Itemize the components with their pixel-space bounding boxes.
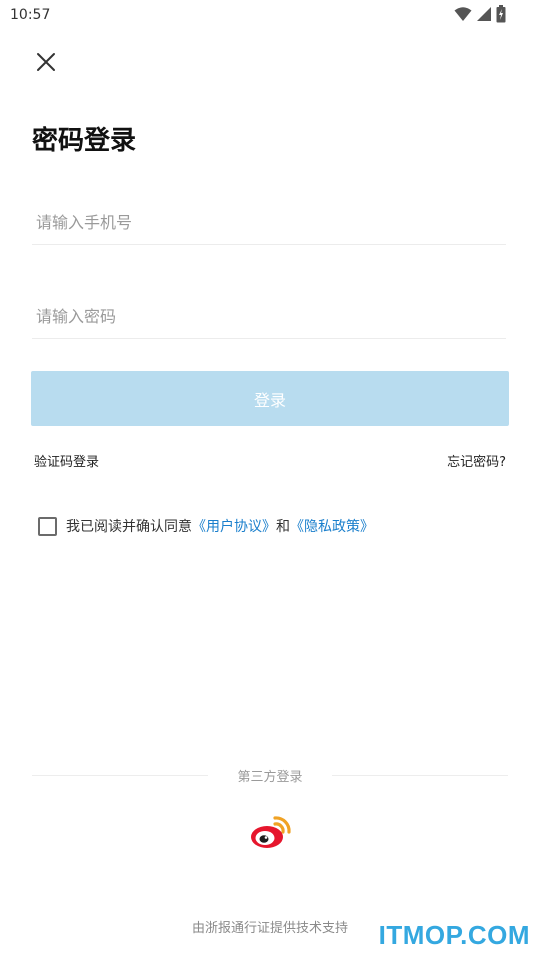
- agreement-prefix: 我已阅读并确认同意: [66, 519, 192, 535]
- password-field: [32, 294, 514, 339]
- status-icons: [454, 5, 506, 23]
- phone-field: [32, 200, 514, 245]
- agreement-checkbox[interactable]: [38, 516, 57, 536]
- page-title: 密码登录: [32, 126, 137, 156]
- phone-input[interactable]: [32, 200, 514, 244]
- weibo-login-button[interactable]: [249, 812, 293, 852]
- weibo-icon: [251, 816, 291, 848]
- close-icon: [37, 53, 55, 71]
- cell-signal-icon: [477, 7, 491, 21]
- agreement-conjunction: 和: [276, 519, 290, 535]
- battery-icon: [496, 5, 506, 23]
- login-button[interactable]: 登录: [31, 371, 509, 426]
- password-input[interactable]: [32, 294, 514, 338]
- third-party-divider: 第三方登录: [32, 764, 508, 786]
- status-time: 10:57: [10, 7, 51, 23]
- agreement-row: 我已阅读并确认同意 《用户协议》 和 《隐私政策》: [38, 516, 374, 536]
- user-agreement-link[interactable]: 《用户协议》: [192, 516, 276, 536]
- wifi-icon: [454, 7, 472, 21]
- close-button[interactable]: [32, 48, 60, 76]
- watermark: ITMOP.COM: [378, 920, 530, 950]
- divider-line-right: [332, 775, 508, 776]
- privacy-policy-link[interactable]: 《隐私政策》: [290, 516, 374, 536]
- forgot-password-link[interactable]: 忘记密码?: [447, 451, 506, 470]
- sms-login-link[interactable]: 验证码登录: [34, 451, 99, 470]
- status-bar: 10:57: [0, 0, 540, 32]
